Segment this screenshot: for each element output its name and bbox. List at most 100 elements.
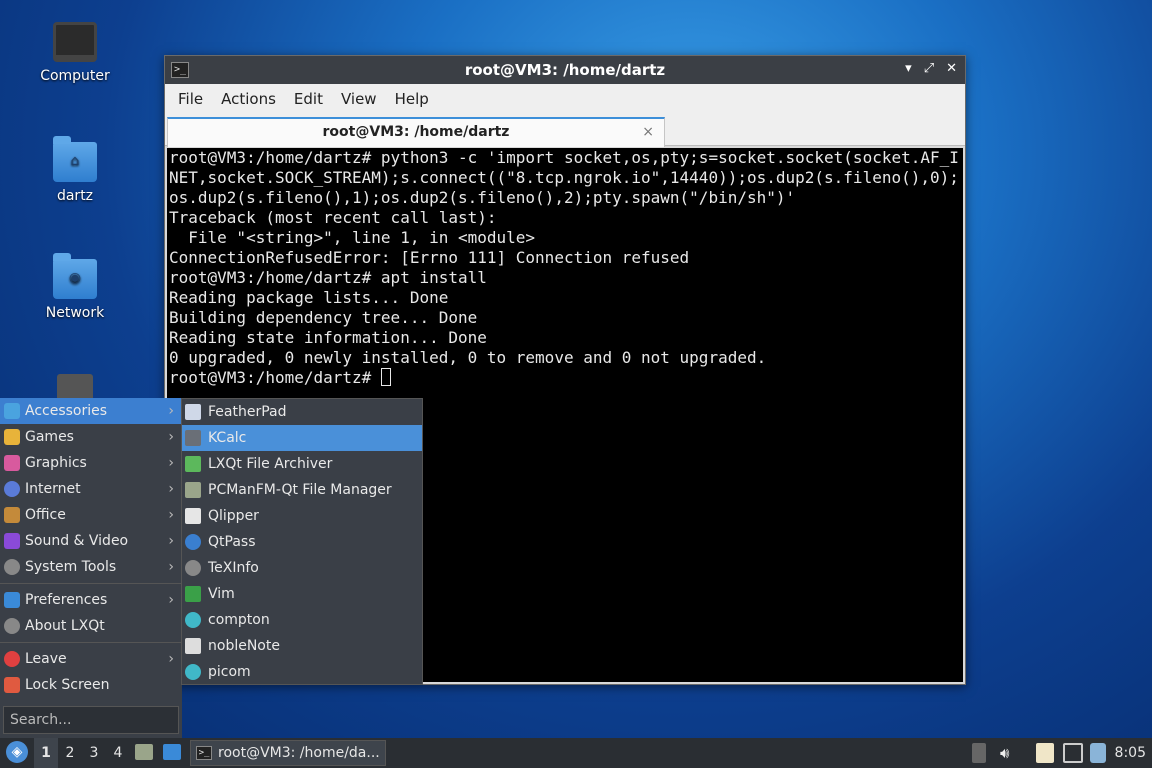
minimize-icon[interactable]: ▾ bbox=[905, 61, 912, 76]
preferences-icon bbox=[4, 592, 20, 608]
vim-icon bbox=[185, 586, 201, 602]
submenu-item-featherpad[interactable]: FeatherPad bbox=[182, 399, 422, 425]
menu-help[interactable]: Help bbox=[386, 90, 438, 108]
terminal-task-icon: >_ bbox=[196, 746, 212, 760]
accessories-submenu: FeatherPad KCalc LXQt File Archiver PCMa… bbox=[181, 398, 423, 685]
desktop-2-button[interactable]: 2 bbox=[58, 738, 82, 768]
submenu-item-qtpass[interactable]: QtPass bbox=[182, 529, 422, 555]
desktop-icon-home[interactable]: ⌂ dartz bbox=[25, 136, 125, 204]
terminal-prompt: root@VM3:/home/dartz# bbox=[169, 368, 381, 387]
menu-item-label: About LXQt bbox=[25, 618, 105, 634]
window-title: root@VM3: /home/dartz bbox=[464, 61, 666, 79]
terminal-line: Reading state information... Done bbox=[169, 328, 487, 347]
menu-category-internet[interactable]: Internet › bbox=[0, 476, 182, 502]
notification-icon[interactable] bbox=[1090, 743, 1106, 763]
show-desktop-icon[interactable] bbox=[163, 744, 181, 760]
desktop-3-button[interactable]: 3 bbox=[82, 738, 106, 768]
menu-category-label: Accessories bbox=[25, 403, 108, 419]
menu-category-label: Graphics bbox=[25, 455, 87, 471]
submenu-item-label: compton bbox=[208, 612, 270, 628]
menu-category-label: Internet bbox=[25, 481, 81, 497]
submenu-item-vim[interactable]: Vim bbox=[182, 581, 422, 607]
terminal-tab[interactable]: root@VM3: /home/dartz × bbox=[167, 117, 665, 147]
volume-icon[interactable]: 🔊︎ bbox=[1000, 743, 1018, 763]
network-tray-icon[interactable] bbox=[1063, 743, 1083, 763]
menu-category-graphics[interactable]: Graphics › bbox=[0, 450, 182, 476]
clipboard-tray-icon[interactable] bbox=[1036, 743, 1054, 763]
menu-item-leave[interactable]: Leave › bbox=[0, 646, 182, 672]
menu-category-games[interactable]: Games › bbox=[0, 424, 182, 450]
file-manager-icon bbox=[185, 482, 201, 498]
desktop-icon-network[interactable]: ◉ Network bbox=[25, 253, 125, 321]
terminal-line: Building dependency tree... Done bbox=[169, 308, 478, 327]
menu-category-office[interactable]: Office › bbox=[0, 502, 182, 528]
submenu-item-file-archiver[interactable]: LXQt File Archiver bbox=[182, 451, 422, 477]
terminal-line: Traceback (most recent call last): bbox=[169, 208, 497, 227]
menu-category-label: Office bbox=[25, 507, 66, 523]
info-icon bbox=[4, 618, 20, 634]
submenu-item-file-manager[interactable]: PCManFM-Qt File Manager bbox=[182, 477, 422, 503]
menu-category-system-tools[interactable]: System Tools › bbox=[0, 554, 182, 580]
power-icon bbox=[4, 651, 20, 667]
menu-edit[interactable]: Edit bbox=[285, 90, 332, 108]
submenu-item-texinfo[interactable]: TeXInfo bbox=[182, 555, 422, 581]
menu-search-input[interactable]: Search... bbox=[3, 706, 179, 734]
desktop-1-button[interactable]: 1 bbox=[34, 738, 58, 768]
tab-close-icon[interactable]: × bbox=[642, 119, 654, 145]
clock[interactable]: 8:05 bbox=[1115, 738, 1146, 768]
taskbar: ◈ 1 2 3 4 >_ root@VM3: /home/da... 🔊︎ 8:… bbox=[0, 738, 1152, 768]
chevron-right-icon: › bbox=[168, 429, 174, 445]
chevron-right-icon: › bbox=[168, 481, 174, 497]
terminal-line: root@VM3:/home/dartz# python3 -c 'import… bbox=[169, 148, 959, 207]
terminal-line: 0 upgraded, 0 newly installed, 0 to remo… bbox=[169, 348, 767, 367]
menu-category-label: Sound & Video bbox=[25, 533, 129, 549]
menu-item-lock-screen[interactable]: Lock Screen bbox=[0, 672, 182, 698]
featherpad-icon bbox=[185, 404, 201, 420]
terminal-line: root@VM3:/home/dartz# apt install bbox=[169, 268, 487, 287]
graphics-icon bbox=[4, 455, 20, 471]
submenu-item-label: picom bbox=[208, 664, 251, 680]
gear-icon bbox=[185, 612, 201, 628]
chevron-right-icon: › bbox=[168, 592, 174, 608]
key-icon bbox=[185, 534, 201, 550]
menu-category-preferences[interactable]: Preferences › bbox=[0, 587, 182, 613]
chevron-right-icon: › bbox=[168, 455, 174, 471]
menu-item-label: Lock Screen bbox=[25, 677, 110, 693]
taskbar-task-terminal[interactable]: >_ root@VM3: /home/da... bbox=[190, 740, 386, 766]
menu-file[interactable]: File bbox=[169, 90, 212, 108]
menu-category-sound-video[interactable]: Sound & Video › bbox=[0, 528, 182, 554]
chevron-right-icon: › bbox=[168, 507, 174, 523]
info-icon bbox=[185, 560, 201, 576]
network-folder-icon: ◉ bbox=[53, 253, 97, 299]
menu-actions[interactable]: Actions bbox=[212, 90, 285, 108]
submenu-item-label: LXQt File Archiver bbox=[208, 456, 333, 472]
desktop-switcher: 1 2 3 4 bbox=[34, 738, 130, 768]
menu-item-about[interactable]: About LXQt bbox=[0, 613, 182, 639]
maximize-icon[interactable]: ⤢ bbox=[924, 61, 934, 76]
lock-icon bbox=[4, 677, 20, 693]
submenu-item-qlipper[interactable]: Qlipper bbox=[182, 503, 422, 529]
desktop-icon-computer[interactable]: Computer bbox=[25, 22, 125, 84]
file-manager-quicklaunch-icon[interactable] bbox=[135, 744, 153, 760]
desktop-4-button[interactable]: 4 bbox=[106, 738, 130, 768]
menu-view[interactable]: View bbox=[332, 90, 386, 108]
submenu-item-label: TeXInfo bbox=[208, 560, 259, 576]
chevron-right-icon: › bbox=[168, 533, 174, 549]
application-menu: Accessories › Games › Graphics › Interne… bbox=[0, 398, 182, 738]
submenu-item-label: KCalc bbox=[208, 430, 247, 446]
start-menu-icon[interactable]: ◈ bbox=[6, 741, 28, 763]
close-icon[interactable]: ✕ bbox=[946, 61, 957, 76]
calculator-icon bbox=[185, 430, 201, 446]
computer-icon bbox=[53, 22, 97, 62]
menu-category-accessories[interactable]: Accessories › bbox=[0, 398, 182, 424]
submenu-item-kcalc[interactable]: KCalc bbox=[182, 425, 422, 451]
submenu-item-noblenote[interactable]: nobleNote bbox=[182, 633, 422, 659]
submenu-item-picom[interactable]: picom bbox=[182, 659, 422, 685]
window-titlebar[interactable]: >_ root@VM3: /home/dartz ▾ ⤢ ✕ bbox=[165, 56, 965, 84]
submenu-item-label: QtPass bbox=[208, 534, 256, 550]
games-icon bbox=[4, 429, 20, 445]
menu-category-label: Games bbox=[25, 429, 74, 445]
chevron-right-icon: › bbox=[168, 651, 174, 667]
tray-update-icon[interactable] bbox=[972, 743, 986, 763]
submenu-item-compton[interactable]: compton bbox=[182, 607, 422, 633]
